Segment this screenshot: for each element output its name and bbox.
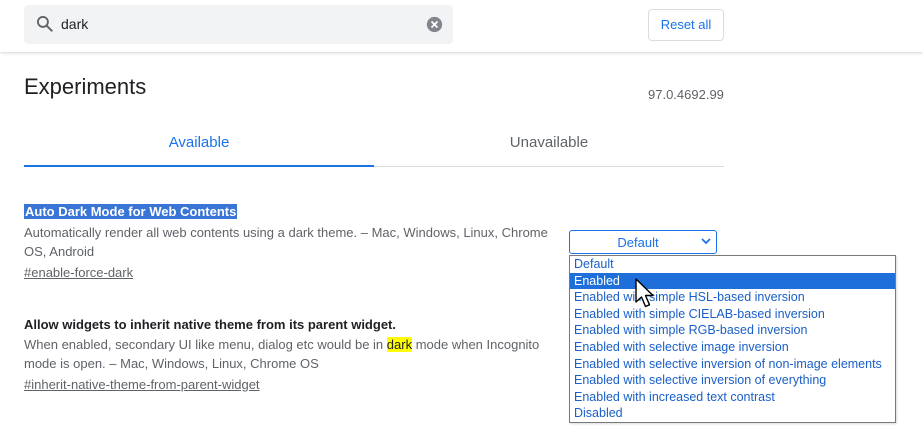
dropdown-option[interactable]: Default (570, 256, 895, 273)
dropdown-option[interactable]: Enabled with selective image inversion (570, 339, 895, 356)
search-icon (37, 16, 53, 32)
description-line: mode is open. – Mac, Windows, Linux, Chr… (24, 356, 319, 371)
description-line: OS, Android (24, 244, 95, 259)
reset-all-button[interactable]: Reset all (648, 9, 724, 41)
dropdown-option[interactable]: Enabled with selective inversion of non-… (570, 356, 895, 373)
version-number: 97.0.4692.99 (648, 87, 724, 102)
mouse-pointer-icon (635, 278, 654, 308)
experiment-link[interactable]: #inherit-native-theme-from-parent-widget (24, 377, 260, 392)
select-value: Default (617, 235, 659, 250)
experiment-title: Allow widgets to inherit native theme fr… (24, 317, 396, 332)
dropdown-option[interactable]: Enabled with simple HSL-based inversion (570, 289, 895, 306)
search-match-highlight: dark (386, 337, 413, 352)
dropdown-option[interactable]: Enabled with increased text contrast (570, 389, 895, 406)
experiment-description: Automatically render all web contents us… (24, 223, 554, 261)
experiment-description: When enabled, secondary UI like menu, di… (24, 335, 554, 373)
description-text: When enabled, secondary UI like menu, di… (24, 337, 387, 352)
dropdown-option[interactable]: Enabled with simple CIELAB-based inversi… (570, 306, 895, 323)
tab-available[interactable]: Available (24, 134, 374, 154)
dropdown-option[interactable]: Disabled (570, 405, 895, 422)
tab-active-indicator (24, 165, 374, 167)
experiment-link[interactable]: #enable-force-dark (24, 265, 133, 280)
search-input[interactable]: dark (61, 16, 88, 32)
chevron-down-icon (701, 238, 711, 245)
description-line: Automatically render all web contents us… (24, 225, 548, 240)
top-bar: dark Reset all (0, 0, 923, 52)
experiment-select[interactable]: Default (569, 230, 717, 254)
search-field[interactable]: dark (24, 5, 453, 44)
page-title: Experiments (24, 74, 147, 99)
description-text: mode when Incognito (412, 337, 540, 352)
clear-search-icon[interactable] (426, 16, 443, 33)
experiment-title: Auto Dark Mode for Web Contents (24, 204, 238, 219)
select-dropdown-list[interactable]: Default Enabled Enabled with simple HSL-… (569, 255, 896, 423)
dropdown-option[interactable]: Enabled with selective inversion of ever… (570, 372, 895, 389)
dropdown-option[interactable]: Enabled with simple RGB-based inversion (570, 322, 895, 339)
dropdown-option-selected[interactable]: Enabled (570, 272, 895, 290)
tab-unavailable[interactable]: Unavailable (374, 134, 724, 154)
